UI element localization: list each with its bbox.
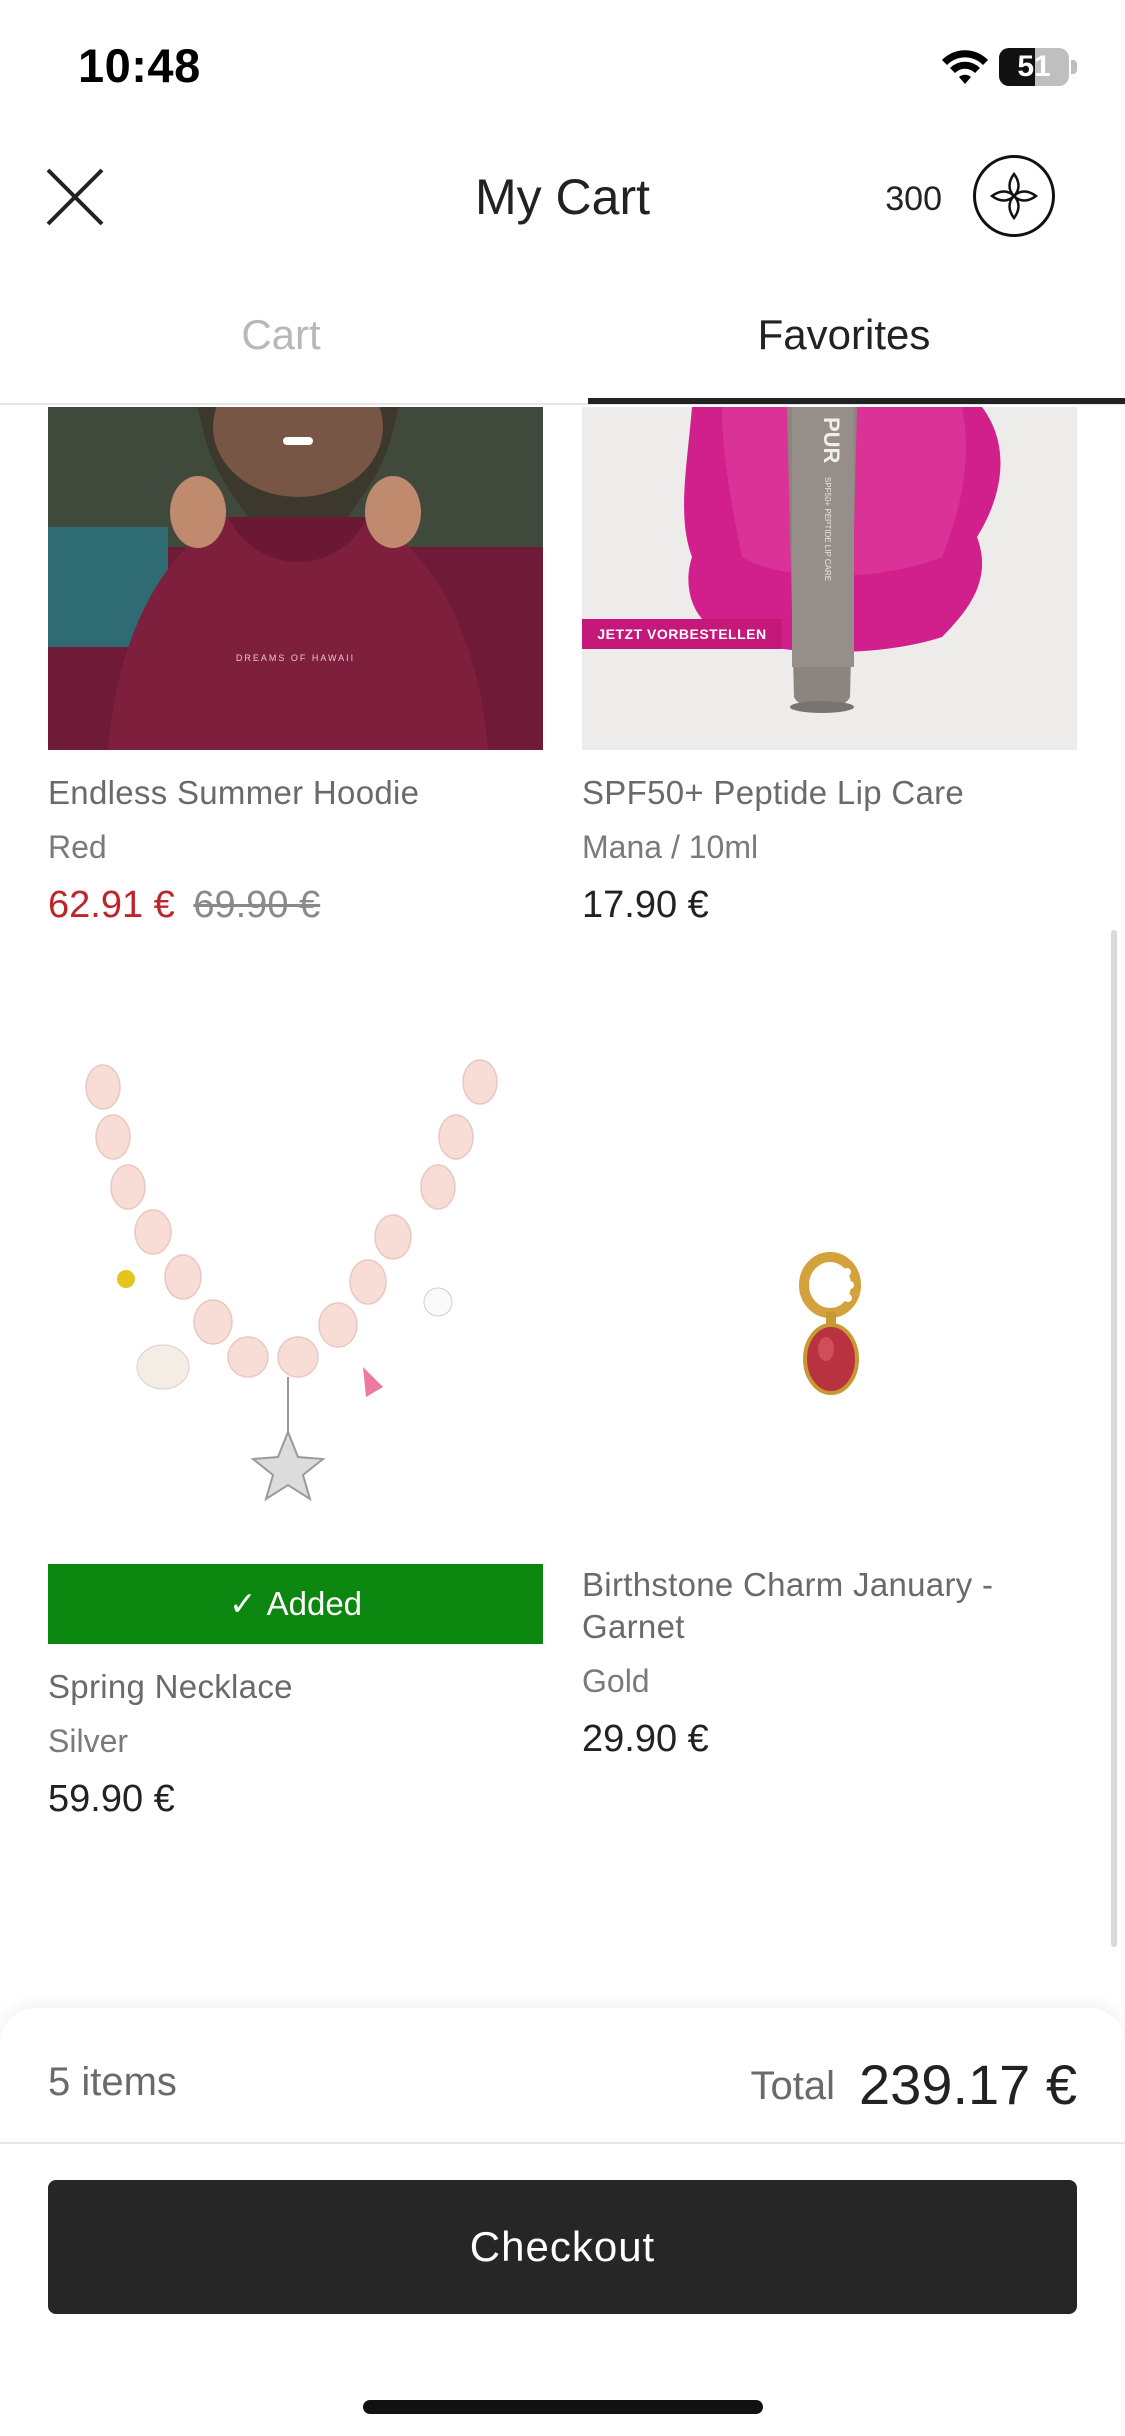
product-image: [582, 1057, 1077, 1542]
product-price: 59.90 €: [48, 1778, 175, 1820]
product-variant: Gold: [582, 1663, 650, 1699]
tube-brand: PUR: [819, 417, 844, 464]
home-indicator[interactable]: [363, 2400, 763, 2414]
favorites-grid[interactable]: DREAMS OF HAWAII Endless Summer Hoodie R…: [0, 407, 1125, 2007]
total-label: Total: [750, 2064, 836, 2108]
product-variant: Mana / 10ml: [582, 829, 759, 865]
product-card[interactable]: ✓ Added Spring Necklace Silver 59.90 €: [48, 1057, 543, 1822]
active-tab-indicator: [588, 398, 1125, 404]
checkout-button[interactable]: Checkout: [48, 2180, 1077, 2314]
page-title: My Cart: [475, 169, 650, 225]
product-price: 17.90 €: [582, 884, 709, 926]
cart-screen: 10:48 51 My Cart 300 Cart Favorites DREA…: [0, 0, 1125, 2436]
divider: [0, 2142, 1125, 2144]
product-price: 29.90 €: [582, 1718, 709, 1760]
product-title: Endless Summer Hoodie: [48, 774, 420, 811]
product-card[interactable]: DREAMS OF HAWAII Endless Summer Hoodie R…: [48, 407, 543, 928]
flower-logo-icon: [989, 171, 1039, 221]
hoodie-print: DREAMS OF HAWAII: [235, 653, 356, 663]
product-variant: Red: [48, 829, 107, 865]
points-count: 300: [885, 180, 942, 218]
tube-subtext: SPF50+ PEPTIDE LIP CARE: [823, 477, 832, 582]
product-image: [48, 1057, 543, 1542]
product-title: Birthstone Charm January - Garnet: [582, 1566, 994, 1645]
product-title: Spring Necklace: [48, 1668, 293, 1705]
status-bar: 10:48 51: [0, 0, 1125, 135]
product-image: PUR SPF50+ PEPTIDE LIP CARE JETZT VORBES…: [582, 407, 1077, 750]
product-variant: Silver: [48, 1723, 129, 1759]
battery-icon: 51: [999, 48, 1077, 86]
preorder-banner: JETZT VORBESTELLEN: [582, 619, 782, 649]
product-price: 62.91 € 69.90 €: [48, 882, 543, 928]
check-icon: ✓: [228, 1585, 257, 1622]
product-image: DREAMS OF HAWAII: [48, 407, 543, 750]
battery-level: 51: [1017, 50, 1051, 83]
wifi-icon: [942, 50, 988, 84]
original-price: 69.90 €: [193, 884, 321, 926]
header: My Cart 300: [0, 140, 1125, 260]
charm-photo: [799, 1252, 861, 1395]
loyalty-button[interactable]: [973, 155, 1055, 237]
added-to-cart-badge[interactable]: ✓ Added: [48, 1564, 543, 1644]
status-time: 10:48: [78, 39, 201, 92]
scrollbar[interactable]: [1111, 930, 1117, 1947]
sale-price: 62.91 €: [48, 884, 175, 926]
added-label: Added: [266, 1585, 363, 1622]
tab-cart[interactable]: Cart: [0, 300, 562, 405]
product-card[interactable]: Birthstone Charm January - Garnet Gold 2…: [582, 1057, 1077, 1762]
items-count: 5 items: [48, 2060, 177, 2104]
product-title: SPF50+ Peptide Lip Care: [582, 774, 965, 811]
product-card[interactable]: PUR SPF50+ PEPTIDE LIP CARE JETZT VORBES…: [582, 407, 1077, 928]
necklace-photo: [85, 1059, 498, 1502]
total-value: 239.17 €: [859, 2053, 1077, 2116]
tab-favorites[interactable]: Favorites: [563, 300, 1125, 405]
tab-bar: Cart Favorites: [0, 300, 1125, 405]
cart-summary-sheet: 5 items Total 239.17 € Checkout: [0, 2008, 1125, 2436]
hoodie-photo: [48, 407, 543, 750]
